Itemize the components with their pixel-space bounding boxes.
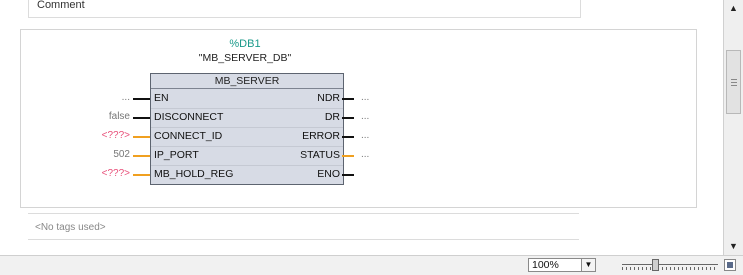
pin-error[interactable]: ERROR [302,130,340,142]
param-mb-hold-reg[interactable]: <???> [90,168,130,179]
zoom-slider[interactable] [622,259,718,271]
param-status[interactable]: ... [361,149,369,160]
wire-en [133,98,150,100]
pin-row-ip-port: IP_PORT STATUS [151,146,343,166]
param-ip-port[interactable]: 502 [90,149,130,160]
tags-row: <No tags used> [28,213,579,240]
param-dr[interactable]: ... [361,111,369,122]
param-disconnect[interactable]: false [90,111,130,122]
wire-eno [342,174,354,176]
db-number[interactable]: %DB1 [185,38,305,50]
zoom-slider-handle[interactable] [652,259,659,271]
db-name[interactable]: "MB_SERVER_DB" [185,52,305,64]
pin-ndr[interactable]: NDR [317,92,340,104]
param-error[interactable]: ... [361,130,369,141]
pin-en[interactable]: EN [154,92,169,104]
comment-label: Comment [37,0,85,11]
param-en[interactable]: ... [90,92,130,103]
param-connect-id[interactable]: <???> [90,130,130,141]
scroll-up-arrow-icon[interactable]: ▲ [726,1,741,15]
vertical-scrollbar[interactable]: ▲ ▼ [723,0,743,255]
wire-connect-id [133,136,150,138]
pin-ip-port[interactable]: IP_PORT [154,149,199,161]
pin-disconnect[interactable]: DISCONNECT [154,111,223,123]
scroll-down-arrow-icon[interactable]: ▼ [726,239,741,253]
wire-mb-hold-reg [133,174,150,176]
param-ndr[interactable]: ... [361,92,369,103]
pin-eno[interactable]: ENO [317,168,340,180]
pin-dr[interactable]: DR [325,111,340,123]
zoom-value: 100% [532,259,559,271]
pin-status[interactable]: STATUS [300,149,340,161]
pin-row-en: EN NDR [151,89,343,109]
overview-icon[interactable] [724,259,736,271]
wire-status [342,155,354,157]
network-comment-field[interactable]: Comment [28,0,581,18]
wire-ndr [342,98,354,100]
pin-row-connect-id: CONNECT_ID ERROR [151,127,343,147]
block-title: MB_SERVER [151,74,343,89]
pin-row-disconnect: DISCONNECT DR [151,108,343,128]
wire-error [342,136,354,138]
no-tags-label: <No tags used> [35,222,106,233]
chevron-down-icon[interactable]: ▼ [581,259,595,271]
pin-connect-id[interactable]: CONNECT_ID [154,130,222,142]
scroll-thumb[interactable] [726,50,741,114]
pin-row-mb-hold-reg: MB_HOLD_REG ENO [151,165,343,184]
wire-ip-port [133,155,150,157]
mb-server-block[interactable]: MB_SERVER EN NDR DISCONNECT DR CONNECT_I… [150,73,344,185]
status-bar: 100% ▼ [0,255,743,275]
zoom-select[interactable]: 100% ▼ [528,258,596,272]
wire-dr [342,117,354,119]
wire-disconnect [133,117,150,119]
pin-mb-hold-reg[interactable]: MB_HOLD_REG [154,168,233,180]
